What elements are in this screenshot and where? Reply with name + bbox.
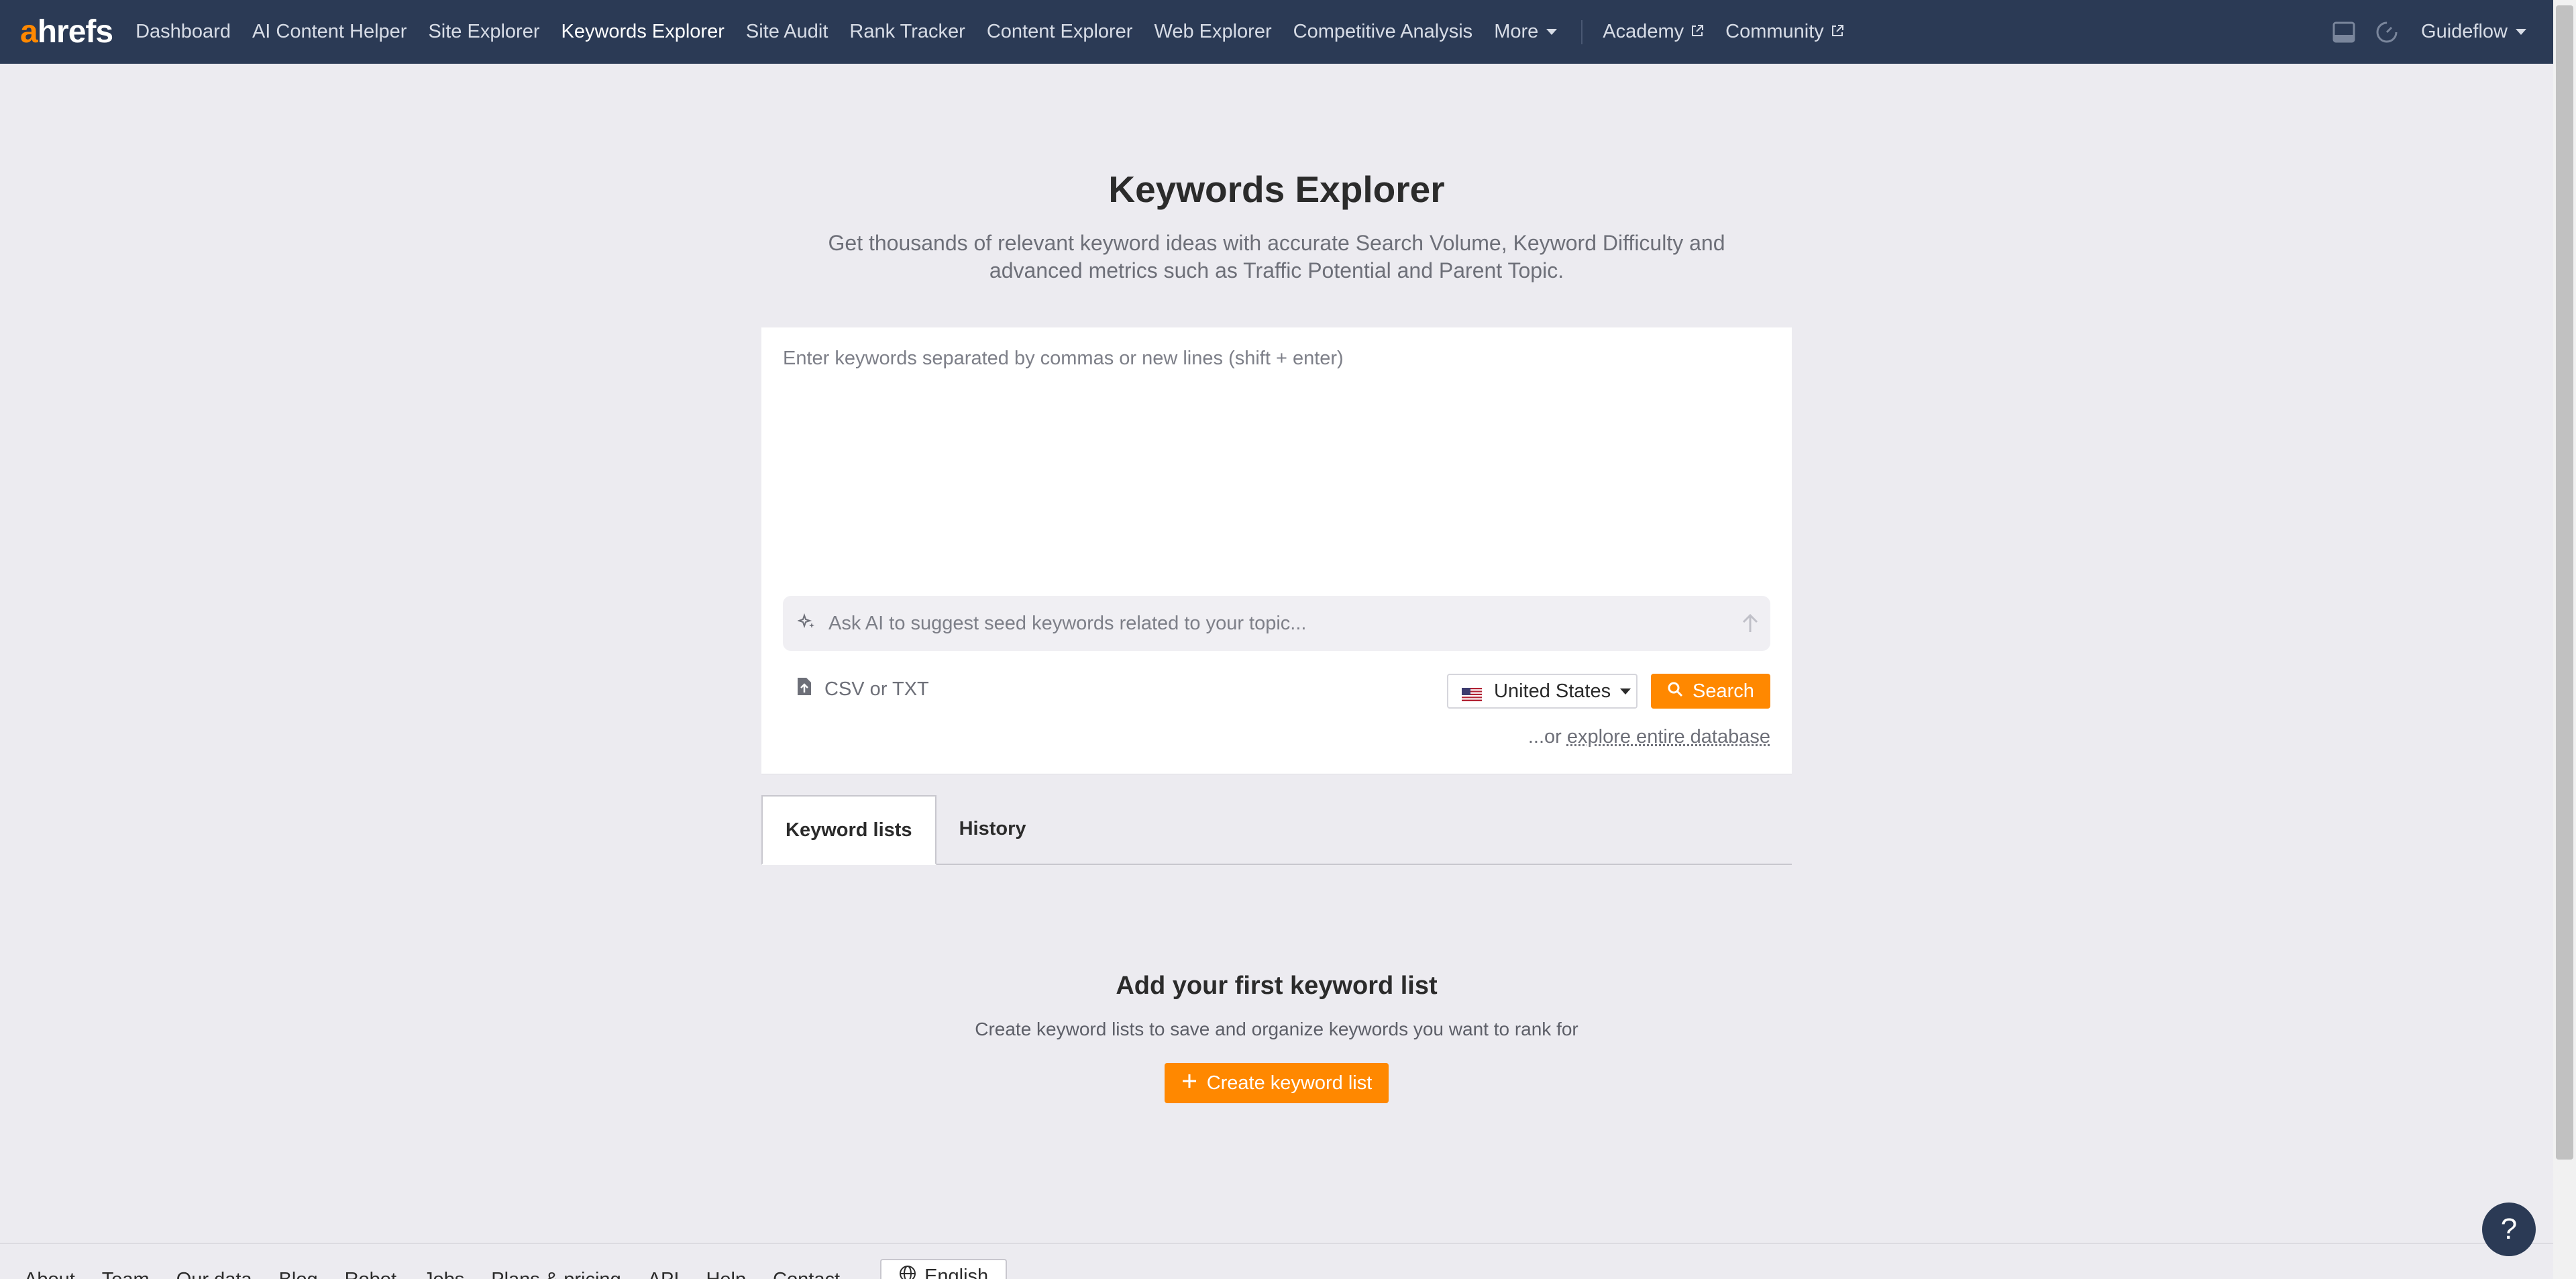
more-label: More: [1494, 21, 1539, 42]
chevron-down-icon: [2516, 29, 2526, 35]
footer-link-about[interactable]: About: [24, 1269, 75, 1279]
account-menu[interactable]: Guideflow: [2421, 21, 2526, 43]
arrow-up-icon[interactable]: [1730, 613, 1770, 633]
logo-letter-a: a: [20, 14, 38, 50]
ahrefs-logo[interactable]: a hrefs: [20, 13, 113, 50]
nav-item-dashboard[interactable]: Dashboard: [136, 21, 231, 43]
nav-divider: [1581, 19, 1583, 44]
external-link-icon: [1831, 21, 1844, 43]
footer-link-pricing[interactable]: Plans & pricing: [491, 1269, 621, 1279]
scrollbar-thumb[interactable]: [2556, 5, 2573, 1160]
footer-link-robot[interactable]: Robot: [345, 1269, 396, 1279]
nav-item-site-audit[interactable]: Site Audit: [746, 21, 828, 43]
create-keyword-list-label: Create keyword list: [1206, 1072, 1373, 1094]
nav-item-more[interactable]: More: [1494, 21, 1558, 43]
help-button[interactable]: ?: [2482, 1203, 2536, 1256]
nav-right-group: Guideflow: [2312, 0, 2526, 64]
keywords-textarea[interactable]: [783, 348, 1769, 569]
explore-database-line: ...or explore entire database: [1528, 726, 1770, 748]
panel-icon[interactable]: [2332, 21, 2355, 43]
us-flag-icon: [1462, 684, 1482, 701]
academy-label: Academy: [1603, 21, 1684, 42]
upload-label: CSV or TXT: [824, 678, 929, 700]
footer-link-team[interactable]: Team: [102, 1269, 150, 1279]
nav-item-keywords-explorer[interactable]: Keywords Explorer: [561, 21, 724, 43]
explore-database-link[interactable]: explore entire database: [1567, 726, 1770, 748]
footer-link-jobs[interactable]: Jobs: [423, 1269, 464, 1279]
upload-file-button[interactable]: CSV or TXT: [796, 676, 929, 702]
language-label: English: [924, 1265, 989, 1279]
footer-link-api[interactable]: API: [648, 1269, 680, 1279]
logo-text: hrefs: [37, 14, 113, 50]
search-button[interactable]: Search: [1651, 674, 1770, 709]
create-keyword-list-button[interactable]: Create keyword list: [1165, 1063, 1389, 1103]
search-icon: [1667, 680, 1683, 703]
empty-state-title: Add your first keyword list: [1116, 972, 1438, 1000]
sparkle-icon: [796, 613, 816, 635]
community-label: Community: [1725, 21, 1824, 42]
nav-item-academy[interactable]: Academy: [1603, 21, 1704, 43]
explore-prefix: ...or: [1527, 726, 1562, 748]
chevron-down-icon: [1620, 688, 1631, 695]
tab-history[interactable]: History: [936, 794, 1049, 864]
footer-link-contact[interactable]: Contact: [773, 1269, 840, 1279]
nav-item-competitive-analysis[interactable]: Competitive Analysis: [1293, 21, 1473, 43]
plus-icon: [1181, 1072, 1197, 1094]
ai-suggest-box: [783, 596, 1770, 651]
speed-icon[interactable]: [2375, 21, 2398, 44]
ai-suggest-input[interactable]: [828, 612, 1730, 635]
external-link-icon: [1690, 21, 1704, 43]
top-navigation: a hrefs Dashboard AI Content Helper Site …: [0, 0, 2553, 64]
page-footer: About Team Our data Blog Robot Jobs Plan…: [0, 1243, 2553, 1279]
page-scrollbar[interactable]: [2553, 0, 2576, 1279]
keyword-search-card: CSV or TXT United States Search ...or ex…: [761, 327, 1792, 774]
nav-item-site-explorer[interactable]: Site Explorer: [428, 21, 539, 43]
nav-item-content-explorer[interactable]: Content Explorer: [987, 21, 1133, 43]
globe-icon: [899, 1265, 916, 1279]
empty-state-description: Create keyword lists to save and organiz…: [975, 1019, 1578, 1039]
upload-file-icon: [796, 676, 812, 702]
nav-item-rank-tracker[interactable]: Rank Tracker: [849, 21, 965, 43]
tab-keyword-lists[interactable]: Keyword lists: [761, 795, 936, 865]
footer-link-our-data[interactable]: Our data: [176, 1269, 252, 1279]
search-button-label: Search: [1693, 680, 1754, 702]
nav-item-community[interactable]: Community: [1725, 21, 1844, 43]
account-label: Guideflow: [2421, 21, 2508, 42]
page-title: Keywords Explorer: [1108, 168, 1445, 210]
country-select[interactable]: United States: [1447, 674, 1638, 709]
country-label: United States: [1494, 680, 1611, 702]
language-select[interactable]: English: [880, 1259, 1008, 1279]
page-subtitle: Get thousands of relevant keyword ideas …: [828, 231, 1725, 283]
lists-tabs: Keyword lists History: [761, 795, 1792, 865]
footer-link-blog[interactable]: Blog: [279, 1269, 318, 1279]
nav-item-ai-content-helper[interactable]: AI Content Helper: [252, 21, 407, 43]
chevron-down-icon: [1546, 29, 1558, 35]
footer-link-help[interactable]: Help: [706, 1269, 746, 1279]
nav-item-web-explorer[interactable]: Web Explorer: [1154, 21, 1271, 43]
